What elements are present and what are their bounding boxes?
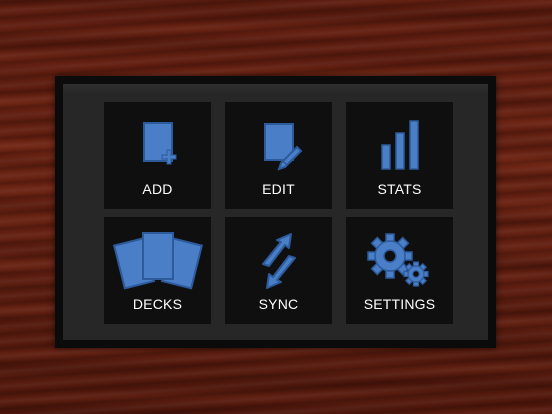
settings-button[interactable]: SETTINGS	[346, 217, 453, 324]
menu-grid: ADD EDIT STATS DECKS SYNC SETTINGS	[104, 102, 453, 324]
gears-icon	[346, 227, 453, 295]
decks-label: DECKS	[132, 296, 183, 312]
menu-frame: ADD EDIT STATS DECKS SYNC SETTINGS	[55, 76, 496, 348]
add-label: ADD	[142, 181, 173, 197]
sync-label: SYNC	[258, 296, 299, 312]
edit-button[interactable]: EDIT	[225, 102, 332, 209]
add-card-icon	[104, 112, 211, 180]
settings-label: SETTINGS	[363, 296, 436, 312]
bar-chart-icon	[346, 112, 453, 180]
sync-arrows-icon	[225, 227, 332, 295]
edit-card-icon	[225, 112, 332, 180]
add-button[interactable]: ADD	[104, 102, 211, 209]
stats-label: STATS	[377, 181, 422, 197]
decks-icon	[104, 227, 211, 295]
sync-button[interactable]: SYNC	[225, 217, 332, 324]
edit-label: EDIT	[262, 181, 295, 197]
decks-button[interactable]: DECKS	[104, 217, 211, 324]
menu-panel: ADD EDIT STATS DECKS SYNC SETTINGS	[63, 84, 488, 340]
stats-button[interactable]: STATS	[346, 102, 453, 209]
